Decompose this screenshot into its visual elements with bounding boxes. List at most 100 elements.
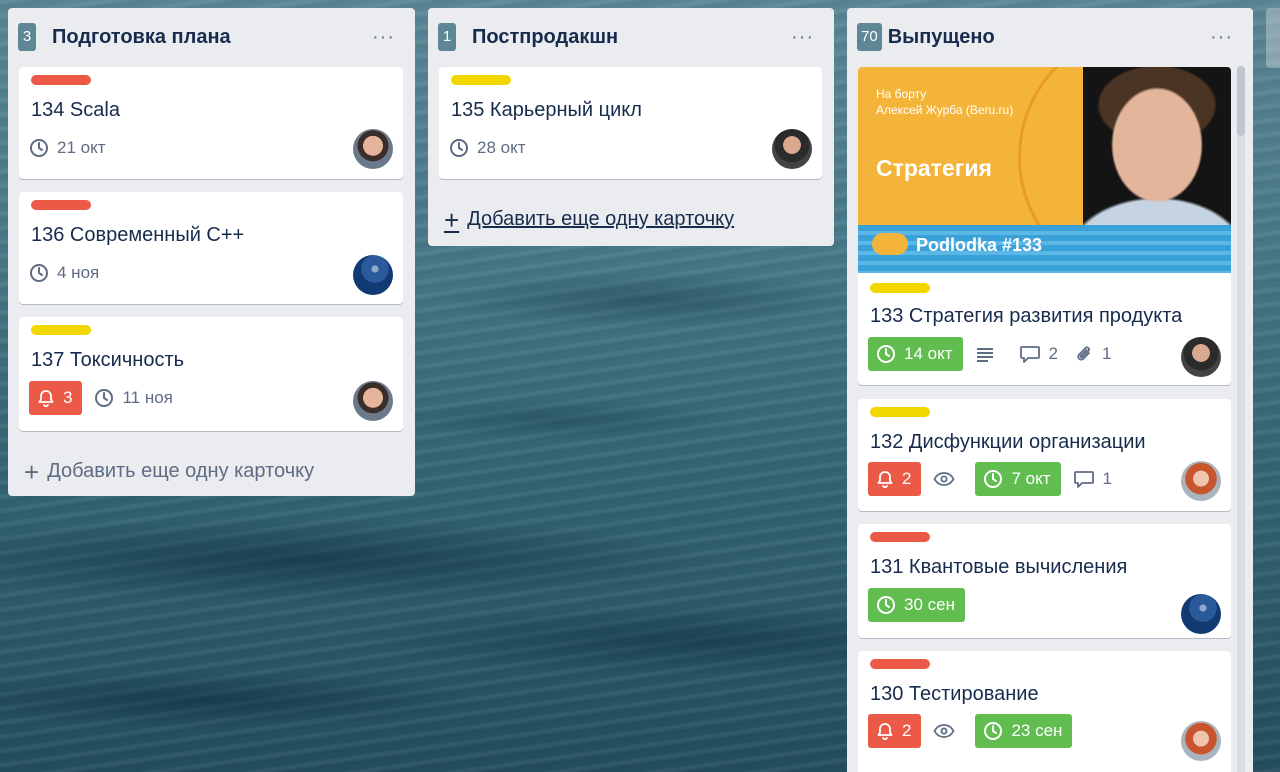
card-title: 135 Карьерный цикл bbox=[451, 99, 642, 121]
card-cover-image: На борту Алексей Журба (Beru.ru) Стратег… bbox=[858, 67, 1231, 273]
list-menu-more-icon[interactable]: ··· bbox=[781, 26, 824, 49]
clock-icon bbox=[95, 389, 114, 407]
bell-icon bbox=[38, 390, 54, 407]
due-date-text: 4 ноя bbox=[57, 263, 100, 282]
notification-badge[interactable]: 3 bbox=[29, 381, 83, 415]
card-134[interactable]: 134 Scala 21 окт bbox=[19, 67, 403, 179]
due-date-badge[interactable]: 28 окт bbox=[449, 138, 526, 158]
card-label[interactable] bbox=[31, 75, 91, 85]
clock-icon bbox=[30, 264, 48, 282]
due-date-text: 30 сен bbox=[904, 595, 955, 614]
card-131[interactable]: 131 Квантовые вычисления 30 сен bbox=[858, 524, 1231, 638]
description-badge bbox=[975, 344, 1003, 364]
list-podgotovka: 3 Подготовка плана ··· 134 Scala 21 окт … bbox=[8, 8, 415, 496]
list-title[interactable]: Постпродакшн bbox=[472, 26, 781, 49]
comments-count: 1 bbox=[1102, 469, 1112, 488]
list-card-count: 70 bbox=[857, 23, 882, 51]
notification-badge[interactable]: 2 bbox=[868, 462, 922, 496]
watching-badge bbox=[933, 470, 963, 488]
card-label[interactable] bbox=[31, 325, 91, 335]
card-136[interactable]: 136 Современный C++ 4 ноя bbox=[19, 192, 403, 304]
card-137[interactable]: 137 Токсичность 3 11 ноя bbox=[19, 317, 403, 431]
clock-icon bbox=[450, 139, 468, 157]
list-title[interactable]: Выпущено bbox=[888, 26, 1200, 49]
list-scrollbar[interactable] bbox=[1237, 66, 1245, 772]
comments-badge: 2 bbox=[1019, 344, 1058, 364]
bell-icon bbox=[877, 471, 893, 488]
member-avatar[interactable] bbox=[353, 255, 393, 295]
list-postproduction: 1 Постпродакшн ··· 135 Карьерный цикл 28… bbox=[428, 8, 834, 246]
card-label[interactable] bbox=[870, 532, 930, 542]
due-date-complete-badge[interactable]: 23 сен bbox=[975, 714, 1073, 748]
notification-badge[interactable]: 2 bbox=[868, 714, 922, 748]
notification-count: 2 bbox=[902, 721, 912, 740]
due-date-complete-badge[interactable]: 30 сен bbox=[868, 588, 965, 622]
bell-icon bbox=[877, 723, 893, 740]
card-badges: 28 окт bbox=[449, 131, 542, 165]
list-header: 1 Постпродакшн ··· bbox=[428, 8, 834, 66]
cover-kicker: На борту bbox=[876, 87, 927, 101]
card-badges: 21 окт bbox=[29, 131, 122, 165]
member-avatar[interactable] bbox=[353, 381, 393, 421]
list-menu-more-icon[interactable]: ··· bbox=[1200, 26, 1243, 49]
add-card-label: Добавить еще одну карточку bbox=[47, 460, 315, 482]
card-title: 131 Квантовые вычисления bbox=[870, 556, 1128, 578]
eye-icon bbox=[933, 472, 955, 486]
clock-icon bbox=[877, 345, 895, 363]
member-avatar[interactable] bbox=[1181, 461, 1221, 501]
card-badges: 3 11 ноя bbox=[29, 381, 189, 415]
list-title[interactable]: Подготовка плана bbox=[52, 26, 362, 49]
due-date-badge[interactable]: 11 ноя bbox=[94, 388, 173, 408]
watching-badge bbox=[933, 722, 963, 740]
add-card-button[interactable]: + Добавить еще одну карточку bbox=[428, 207, 734, 233]
card-title: 137 Токсичность bbox=[31, 349, 185, 371]
member-avatar[interactable] bbox=[353, 129, 393, 169]
card-135[interactable]: 135 Карьерный цикл 28 окт bbox=[439, 67, 822, 179]
card-title: 130 Тестирование bbox=[870, 683, 1039, 705]
member-avatar[interactable] bbox=[1181, 337, 1221, 377]
clock-icon bbox=[877, 596, 895, 614]
member-avatar[interactable] bbox=[772, 129, 812, 169]
comments-badge: 1 bbox=[1073, 469, 1112, 489]
submarine-icon bbox=[872, 233, 908, 255]
card-badges: 4 ноя bbox=[29, 256, 115, 290]
due-date-badge[interactable]: 4 ноя bbox=[29, 263, 99, 283]
member-avatar[interactable] bbox=[1181, 721, 1221, 761]
member-avatar[interactable] bbox=[1181, 594, 1221, 634]
due-date-badge[interactable]: 21 окт bbox=[29, 138, 106, 158]
add-card-button[interactable]: + Добавить еще одну карточку bbox=[8, 456, 315, 487]
card-132[interactable]: 132 Дисфункции организации 2 7 окт 1 bbox=[858, 399, 1231, 511]
list-card-count: 3 bbox=[18, 23, 36, 51]
due-date-text: 23 сен bbox=[1011, 721, 1063, 740]
card-label[interactable] bbox=[870, 407, 930, 417]
list-scrollbar-thumb[interactable] bbox=[1237, 66, 1245, 136]
list-header: 70 Выпущено ··· bbox=[847, 8, 1253, 66]
due-date-complete-badge[interactable]: 14 окт bbox=[868, 337, 963, 371]
attachments-badge: 1 bbox=[1074, 344, 1111, 364]
card-label[interactable] bbox=[870, 659, 930, 669]
attachments-count: 1 bbox=[1101, 344, 1112, 363]
cover-topic: Стратегия bbox=[876, 155, 992, 181]
cover-guest-photo bbox=[1083, 67, 1231, 237]
clock-icon bbox=[30, 139, 48, 157]
plus-icon: + bbox=[24, 456, 40, 487]
card-title: 136 Современный C++ bbox=[31, 224, 245, 246]
list-released: 70 Выпущено ··· На борту Алексей Журба (… bbox=[847, 8, 1253, 772]
due-date-text: 21 окт bbox=[57, 138, 106, 157]
card-130[interactable]: 130 Тестирование 2 23 сен bbox=[858, 651, 1231, 772]
card-title: 134 Scala bbox=[31, 99, 120, 121]
eye-icon bbox=[933, 724, 955, 738]
card-badges: 30 сен bbox=[868, 588, 977, 622]
card-label[interactable] bbox=[870, 283, 930, 293]
description-icon bbox=[976, 348, 993, 362]
card-badges: 14 окт 2 1 bbox=[868, 337, 1127, 371]
due-date-complete-badge[interactable]: 7 окт bbox=[975, 462, 1061, 496]
cover-guest: Алексей Журба (Beru.ru) bbox=[876, 103, 1014, 117]
list-menu-more-icon[interactable]: ··· bbox=[362, 26, 405, 49]
card-label[interactable] bbox=[451, 75, 511, 85]
card-133[interactable]: На борту Алексей Журба (Beru.ru) Стратег… bbox=[858, 67, 1231, 385]
comment-icon bbox=[1019, 346, 1040, 363]
card-badges: 2 23 сен bbox=[868, 714, 1084, 748]
comments-count: 2 bbox=[1048, 344, 1058, 363]
card-label[interactable] bbox=[31, 200, 91, 210]
